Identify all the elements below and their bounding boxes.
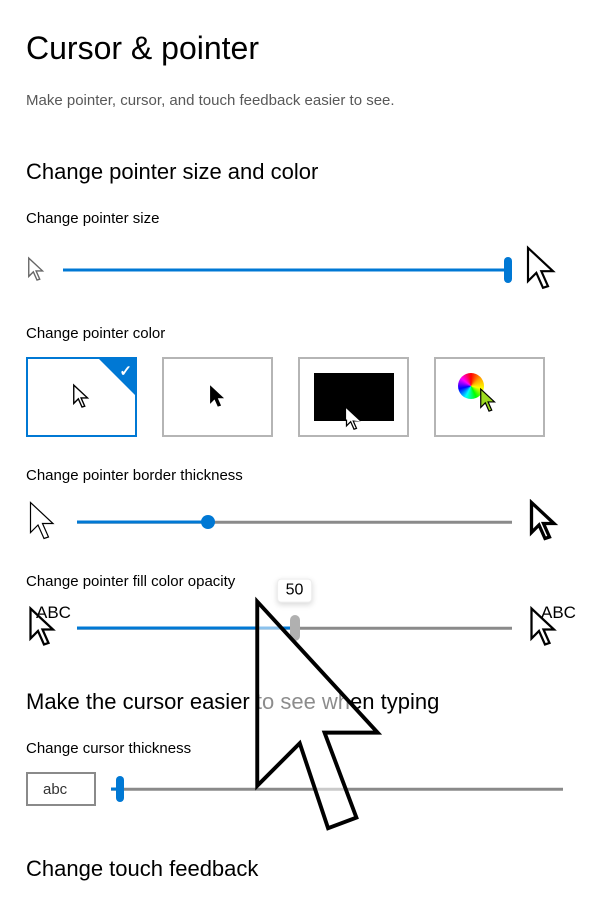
cursor-sample-text: abc [43, 781, 67, 798]
opacity-sample-right: ABC [527, 605, 563, 651]
pointer-large-icon [523, 242, 563, 297]
cursor-thickness-label: Change cursor thickness [26, 740, 563, 757]
opacity-sample-left: ABC [26, 605, 62, 651]
pointer-size-label: Change pointer size [26, 210, 563, 227]
color-option-custom[interactable] [434, 357, 545, 437]
pointer-opacity-slider[interactable]: 50 [77, 613, 512, 643]
section-heading-cursor: Make the cursor easier to see when typin… [26, 689, 563, 715]
pointer-opacity-thumb[interactable] [290, 615, 300, 641]
pointer-thick-border-icon [527, 499, 563, 545]
pointer-border-label: Change pointer border thickness [26, 467, 563, 484]
pointer-color-label: Change pointer color [26, 325, 563, 342]
pointer-color-options: ✓ [26, 357, 563, 437]
pointer-thin-border-icon [26, 499, 62, 545]
cursor-thickness-thumb[interactable] [116, 776, 124, 802]
pointer-size-slider[interactable] [63, 255, 508, 285]
section-heading-touch: Change touch feedback [26, 856, 563, 882]
color-option-white[interactable]: ✓ [26, 357, 137, 437]
pointer-small-icon [26, 256, 48, 284]
page-title: Cursor & pointer [26, 30, 563, 67]
pointer-border-thumb[interactable] [201, 515, 215, 529]
abc-right-text: ABC [541, 603, 576, 623]
pointer-size-row [26, 242, 563, 297]
color-option-black[interactable] [162, 357, 273, 437]
cursor-thickness-row: abc [26, 772, 563, 806]
checkmark-icon: ✓ [119, 362, 132, 380]
pointer-opacity-row: ABC 50 ABC [26, 605, 563, 651]
page-subtitle: Make pointer, cursor, and touch feedback… [26, 92, 563, 109]
pointer-size-thumb[interactable] [504, 257, 512, 283]
pointer-border-slider[interactable] [77, 507, 512, 537]
abc-left-text: ABC [36, 603, 71, 623]
cursor-thickness-sample: abc [26, 772, 96, 806]
pointer-border-row [26, 499, 563, 545]
section-heading-size-color: Change pointer size and color [26, 159, 563, 185]
opacity-tooltip: 50 [277, 579, 313, 603]
cursor-thickness-slider[interactable] [111, 774, 563, 804]
color-option-inverted[interactable] [298, 357, 409, 437]
